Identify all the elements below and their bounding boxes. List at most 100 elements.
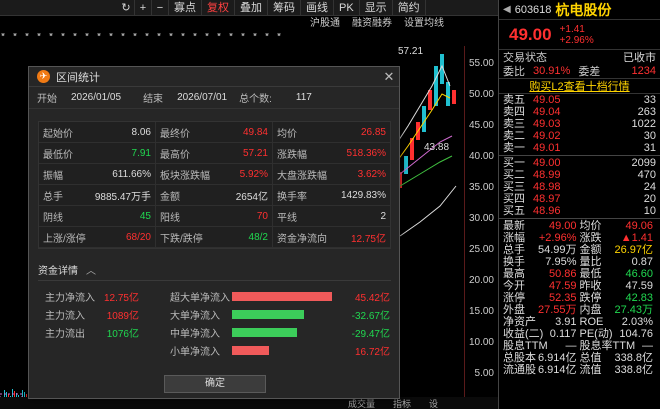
stat-label: 内盘 bbox=[579, 304, 602, 316]
bid-row[interactable]: 买一 49.00 2099 bbox=[499, 157, 660, 169]
toolbar-item-6[interactable]: 筹码 bbox=[268, 0, 301, 16]
end-date[interactable]: 2026/07/01 bbox=[177, 92, 227, 103]
stat-value: 26.97亿 bbox=[614, 244, 653, 256]
bid-row[interactable]: 买五 48.96 10 bbox=[499, 205, 660, 217]
order-flow-label: 大单净流入 bbox=[170, 310, 220, 322]
stats-grid-row: 总手 9885.47万手 金额 2654亿 换手率 1429.83% bbox=[39, 185, 390, 206]
stat-label: 最低 bbox=[579, 268, 602, 280]
start-date[interactable]: 2026/01/05 bbox=[71, 92, 121, 103]
ask-row[interactable]: 卖一 49.01 31 bbox=[499, 142, 660, 154]
stats-cell-label: 涨跌幅 bbox=[277, 149, 307, 161]
stats-cell-value: 611.66% bbox=[112, 168, 151, 180]
toolbar-item-4[interactable]: 复权 bbox=[202, 0, 235, 16]
level-label: 买五 bbox=[503, 205, 525, 217]
bid-row[interactable]: 买二 48.99 470 bbox=[499, 169, 660, 181]
price-change-pct: +2.96% bbox=[559, 34, 594, 46]
stats-divider bbox=[499, 218, 660, 219]
mid-price-label: 43.88 bbox=[424, 142, 450, 153]
stat-label: 股息TTM bbox=[503, 340, 548, 352]
order-flow-label: 超大单净流入 bbox=[170, 292, 230, 304]
ask-row[interactable]: 卖二 49.02 30 bbox=[499, 130, 660, 142]
stat-label: 昨收 bbox=[579, 280, 602, 292]
stat-row: 最高 50.86 最低 46.60 bbox=[499, 268, 660, 280]
stat-label: ROE bbox=[579, 316, 604, 328]
toolbar-item-1[interactable]: + bbox=[135, 0, 152, 16]
weicha-value: 1234 bbox=[631, 65, 656, 77]
toolbar-item-8[interactable]: PK bbox=[334, 0, 360, 16]
stat-value: 2.03% bbox=[621, 316, 653, 328]
level-price: 48.96 bbox=[533, 205, 561, 217]
stats-cell-label: 最终价 bbox=[160, 128, 190, 140]
stats-cell: 板块涨跌幅 5.92% bbox=[156, 164, 273, 184]
level-label: 卖一 bbox=[503, 142, 525, 154]
fund-details-header[interactable]: 资金详情 ︿ bbox=[38, 260, 96, 278]
stat-label: 量比 bbox=[579, 256, 602, 268]
stat-value: 42.83 bbox=[625, 292, 653, 304]
order-flow-bar-track bbox=[232, 345, 332, 355]
stats-cell: 上涨/涨停 68/20 bbox=[39, 227, 156, 247]
level-label: 买四 bbox=[503, 193, 525, 205]
stats-cell-label: 阳线 bbox=[160, 212, 180, 224]
stats-cell-value: 7.91 bbox=[131, 147, 151, 159]
bid-row[interactable]: 买三 48.98 24 bbox=[499, 181, 660, 193]
toolbar-item-7[interactable]: 画线 bbox=[301, 0, 334, 16]
stats-grid: 起始价 8.06 最终价 49.84 均价 26.85 最低价 7.91 最高价 57.21 涨跌幅… bbox=[38, 121, 391, 249]
price-tick: 25.00 bbox=[468, 244, 494, 255]
trade-status-value: 已收市 bbox=[623, 52, 656, 64]
stats-cell-label: 板块涨跌幅 bbox=[160, 170, 210, 182]
price-tick: 35.00 bbox=[468, 182, 494, 193]
ask-row[interactable]: 卖三 49.03 1022 bbox=[499, 118, 660, 130]
level-price: 48.99 bbox=[533, 169, 561, 181]
price-tick: 50.00 bbox=[468, 89, 494, 100]
dialog-titlebar[interactable]: ✈ 区间统计 ✕ bbox=[29, 67, 399, 87]
stat-label: 涨幅 bbox=[503, 232, 525, 244]
toolbar-item-0[interactable]: ↻ bbox=[118, 0, 135, 16]
level-price: 49.00 bbox=[533, 157, 561, 169]
stats-cell-value: 518.36% bbox=[346, 147, 386, 159]
stats-cell: 大盘涨跌幅 3.62% bbox=[273, 164, 390, 184]
menu-icon[interactable]: ◀ bbox=[503, 4, 511, 15]
hk-connect-label[interactable]: 沪股通 bbox=[310, 17, 340, 31]
stat-value: 49.06 bbox=[625, 220, 653, 232]
stats-cell: 金额 2654亿 bbox=[156, 185, 273, 205]
ma-settings-label[interactable]: 设置均线 bbox=[404, 17, 444, 31]
bid-row[interactable]: 买四 48.97 20 bbox=[499, 193, 660, 205]
stat-value: 3.91 bbox=[555, 316, 577, 328]
margin-trading-label[interactable]: 融资融券 bbox=[352, 17, 392, 31]
chevron-up-icon[interactable]: ︿ bbox=[86, 262, 96, 277]
toolbar-item-10[interactable]: 简约 bbox=[393, 0, 426, 16]
count-value: 117 bbox=[295, 92, 312, 103]
stats-cell: 阴线 45 bbox=[39, 206, 156, 226]
stats-cell: 换手率 1429.83% bbox=[273, 185, 390, 205]
stats-cell-label: 振幅 bbox=[43, 170, 63, 182]
start-label: 开始 bbox=[37, 94, 57, 105]
level-volume: 470 bbox=[637, 169, 656, 181]
ok-button[interactable]: 确定 bbox=[164, 375, 266, 393]
order-flow-bar-track bbox=[232, 309, 332, 319]
weibi-value: 30.91% bbox=[533, 65, 571, 77]
level-price: 49.03 bbox=[533, 118, 561, 130]
stats-cell-value: 26.85 bbox=[360, 126, 386, 138]
toolbar-item-5[interactable]: 叠加 bbox=[235, 0, 268, 16]
stat-value: 338.8亿 bbox=[614, 364, 653, 376]
stat-value: 0.117 bbox=[549, 328, 577, 340]
toolbar-item-2[interactable]: − bbox=[152, 0, 169, 16]
ask-row[interactable]: 卖五 49.05 33 bbox=[499, 94, 660, 106]
close-icon[interactable]: ✕ bbox=[379, 69, 399, 85]
toolbar-item-9[interactable]: 显示 bbox=[360, 0, 393, 16]
order-flow-bar bbox=[232, 327, 297, 337]
toolbar-item-3[interactable]: 寡点 bbox=[169, 0, 202, 16]
event-markers: * * * * * * * * * * * * * * * * * * * * … bbox=[0, 33, 283, 44]
order-flow-bar-track bbox=[232, 327, 332, 337]
price-tick: 5.00 bbox=[474, 368, 494, 379]
l2-purchase-link[interactable]: 购买L2查看十档行情 bbox=[499, 78, 660, 94]
candle bbox=[434, 66, 438, 106]
count-label: 总个数: bbox=[239, 94, 272, 105]
order-flow-value: 16.72亿 bbox=[354, 346, 390, 358]
stat-label: 总值 bbox=[579, 352, 602, 364]
ask-row[interactable]: 卖四 49.04 263 bbox=[499, 106, 660, 118]
stats-grid-row: 起始价 8.06 最终价 49.84 均价 26.85 bbox=[39, 122, 390, 143]
main-flow-row: 主力净流入 12.75亿 bbox=[45, 287, 139, 305]
settings-tab[interactable]: 设 bbox=[429, 397, 438, 409]
stats-cell-label: 上涨/涨停 bbox=[43, 233, 86, 245]
